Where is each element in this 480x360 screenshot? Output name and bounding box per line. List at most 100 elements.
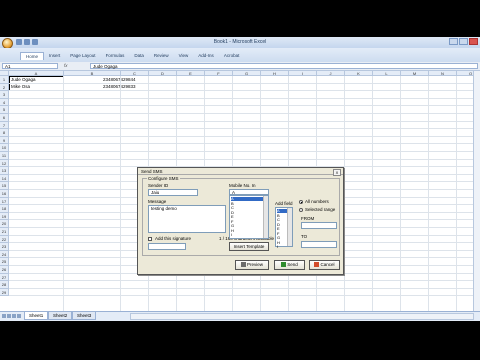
mobile-column-option[interactable]: A — [231, 197, 263, 201]
name-box[interactable]: A1 — [2, 63, 58, 69]
ribbon-tab-data[interactable]: Data — [129, 52, 149, 60]
row-gridline — [9, 113, 474, 114]
column-header-n[interactable]: N — [429, 71, 457, 76]
ribbon-tab-review[interactable]: Review — [149, 52, 174, 60]
row-header-9[interactable]: 9 — [0, 136, 9, 145]
ribbon-tab-acrobat[interactable]: Acrobat — [219, 52, 245, 60]
send-icon — [281, 262, 287, 268]
row-header-14[interactable]: 14 — [0, 174, 9, 183]
row-header-26[interactable]: 26 — [0, 266, 9, 274]
column-header-a[interactable]: A — [9, 71, 64, 76]
row-header-7[interactable]: 7 — [0, 121, 9, 130]
ribbon-tab-add-ins[interactable]: Add-Ins — [193, 52, 219, 60]
preview-button[interactable]: Preview — [235, 260, 269, 270]
signature-input[interactable] — [148, 243, 186, 250]
row-header-18[interactable]: 18 — [0, 205, 9, 213]
configure-sms-group: Configure SMS Sender ID Jaiu Message tes… — [142, 176, 340, 256]
column-header-f[interactable]: F — [205, 71, 233, 76]
row-header-19[interactable]: 19 — [0, 212, 9, 221]
maximize-button[interactable] — [459, 38, 468, 45]
selected-range-radio[interactable] — [299, 208, 303, 212]
close-button[interactable] — [469, 38, 478, 45]
row-header-1[interactable]: 1 — [0, 76, 9, 84]
row-header-12[interactable]: 12 — [0, 159, 9, 168]
column-header-i[interactable]: I — [289, 71, 317, 76]
row-header-4[interactable]: 4 — [0, 98, 9, 107]
to-input[interactable] — [301, 241, 337, 248]
send-sms-dialog: Send SMS X Configure SMS Sender ID Jaiu … — [137, 167, 344, 275]
fx-icon[interactable]: fx — [64, 63, 68, 68]
row-gridline — [9, 143, 474, 145]
column-header-m[interactable]: M — [401, 71, 429, 76]
column-header-k[interactable]: K — [345, 71, 373, 76]
sheet-tab-3[interactable]: Sheet3 — [72, 312, 97, 320]
add-field-list[interactable]: ABCDEFGHI — [275, 207, 293, 249]
row-header-3[interactable]: 3 — [0, 91, 9, 99]
ribbon-tab-page-layout[interactable]: Page Layout — [65, 52, 100, 60]
row-header-27[interactable]: 27 — [0, 273, 9, 282]
mobile-column-option[interactable]: I — [231, 233, 232, 237]
list-scrollbar[interactable] — [263, 196, 268, 238]
window-title: Book1 - Microsoft Excel — [213, 39, 267, 45]
row-header-22[interactable]: 22 — [0, 235, 9, 244]
mobile-column-list[interactable]: ABCDEFGHI — [229, 195, 269, 239]
horizontal-scrollbar[interactable] — [130, 313, 474, 320]
row-header-16[interactable]: 16 — [0, 190, 9, 198]
sheet-nav-arrows[interactable] — [2, 314, 21, 318]
ribbon-tab-view[interactable]: View — [174, 52, 194, 60]
row-header-15[interactable]: 15 — [0, 182, 9, 190]
row-header-5[interactable]: 5 — [0, 106, 9, 114]
row-header-20[interactable]: 20 — [0, 220, 9, 228]
row-header-6[interactable]: 6 — [0, 114, 9, 122]
send-label: Send — [287, 262, 298, 267]
add-field-label: Add field — [275, 201, 293, 206]
row-header-21[interactable]: 21 — [0, 228, 9, 236]
column-gridline — [456, 76, 457, 311]
row-header-28[interactable]: 28 — [0, 281, 9, 289]
to-label: TO — [301, 234, 308, 239]
title-bar: Book1 - Microsoft Excel — [0, 37, 480, 49]
row-header-29[interactable]: 29 — [0, 288, 9, 297]
column-header-d[interactable]: D — [149, 71, 177, 76]
row-header-2[interactable]: 2 — [0, 83, 9, 92]
column-header-g[interactable]: G — [233, 71, 261, 76]
column-header-l[interactable]: L — [373, 71, 401, 76]
send-button[interactable]: Send — [274, 260, 305, 270]
vertical-scrollbar[interactable] — [473, 71, 480, 311]
add-signature-checkbox[interactable] — [148, 237, 152, 241]
column-header-b[interactable]: B — [64, 71, 121, 76]
row-header-8[interactable]: 8 — [0, 129, 9, 137]
add-field-option[interactable]: I — [277, 245, 278, 249]
row-header-23[interactable]: 23 — [0, 243, 9, 251]
row-header-24[interactable]: 24 — [0, 250, 9, 259]
row-header-17[interactable]: 17 — [0, 197, 9, 206]
ribbon-tab-formulas[interactable]: Formulas — [101, 52, 130, 60]
sheet-tab-1[interactable]: Sheet1 — [24, 312, 49, 320]
column-header-h[interactable]: H — [261, 71, 289, 76]
column-header-e[interactable]: E — [177, 71, 205, 76]
sender-id-input[interactable]: Jaiu — [148, 189, 198, 196]
field-list-scrollbar[interactable] — [287, 208, 292, 246]
column-header-c[interactable]: C — [121, 71, 149, 76]
cancel-button[interactable]: Cancel — [309, 260, 340, 270]
column-header-j[interactable]: J — [317, 71, 345, 76]
ribbon-tab-home[interactable]: Home — [20, 52, 45, 60]
dialog-close-button[interactable]: X — [333, 169, 341, 176]
from-input[interactable] — [301, 222, 337, 229]
row-header-11[interactable]: 11 — [0, 152, 9, 160]
row-header-25[interactable]: 25 — [0, 258, 9, 266]
formula-bar: A1 fx Jude Ogaga — [0, 62, 480, 71]
message-textarea[interactable]: testing demo — [148, 205, 226, 233]
row-header-10[interactable]: 10 — [0, 144, 9, 152]
row-header-13[interactable]: 13 — [0, 167, 9, 175]
row-gridline — [9, 295, 474, 297]
column-gridline — [372, 76, 373, 311]
ribbon-tab-insert[interactable]: Insert — [44, 52, 65, 60]
all-numbers-radio[interactable] — [299, 200, 303, 204]
dialog-title: Send SMS — [138, 168, 343, 175]
insert-template-button[interactable]: Insert Template — [229, 242, 269, 251]
add-signature-label: Add this signature — [155, 236, 192, 241]
minimize-button[interactable] — [449, 38, 458, 45]
formula-input[interactable]: Jude Ogaga — [90, 63, 478, 69]
sheet-tab-2[interactable]: Sheet2 — [48, 312, 73, 320]
